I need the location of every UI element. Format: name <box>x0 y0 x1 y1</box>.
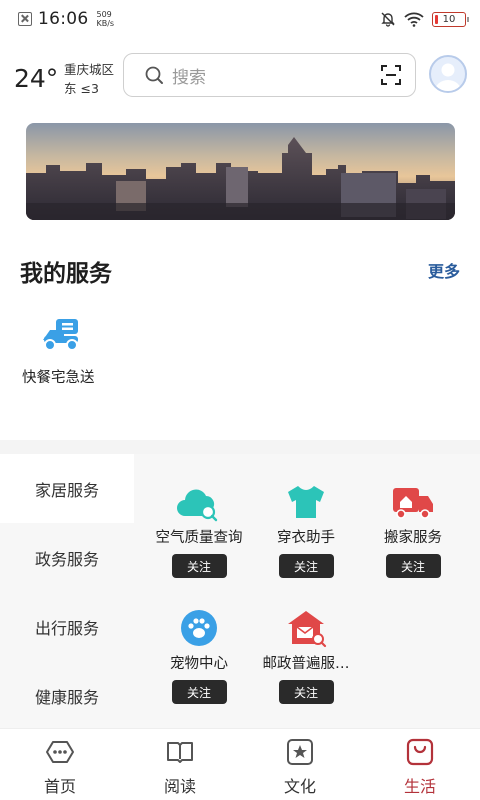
tab-label: 首页 <box>43 777 76 796</box>
battery-icon: 10 <box>432 11 469 27</box>
temperature: 24° <box>14 64 59 93</box>
service-postal[interactable]: 邮政普遍服… 关注 <box>251 608 361 704</box>
follow-button[interactable]: 关注 <box>171 554 227 578</box>
status-left: 16:06 509 KB/s <box>18 9 114 29</box>
clock: 16:06 <box>38 9 89 29</box>
wifi-icon <box>404 12 424 27</box>
category-list: 家居服务 政务服务 出行服务 健康服务 <box>0 454 134 730</box>
tab-label: 阅读 <box>163 777 196 796</box>
follow-button[interactable]: 关注 <box>278 554 334 578</box>
cloud-search-icon <box>177 489 218 522</box>
service-moving[interactable]: 搬家服务 关注 <box>358 482 468 578</box>
service-shortcut-fast-food[interactable]: 快餐宅急送 <box>22 316 106 387</box>
network-speed-unit: KB/s <box>96 19 115 28</box>
service-name: 宠物中心 <box>170 656 228 672</box>
category-label: 健康服务 <box>34 687 99 707</box>
service-name: 邮政普遍服… <box>262 656 350 672</box>
status-bar: 16:06 509 KB/s 10 <box>0 0 480 38</box>
service-name: 搬家服务 <box>384 530 442 546</box>
section-divider <box>0 440 480 454</box>
service-shortcut-label: 快餐宅急送 <box>22 370 95 386</box>
scan-icon[interactable] <box>379 63 403 87</box>
wind-info: 东 ≤3 <box>64 81 99 96</box>
cityscape-image <box>26 123 455 220</box>
bag-icon <box>406 738 434 766</box>
post-office-icon <box>288 611 327 648</box>
book-icon <box>167 742 193 763</box>
paw-icon <box>181 610 217 646</box>
search-bar[interactable]: 搜索 <box>123 53 416 97</box>
tab-label: 文化 <box>283 777 316 796</box>
tab-reading[interactable]: 阅读 <box>120 729 240 800</box>
service-pet-center[interactable]: 宠物中心 关注 <box>144 608 254 704</box>
category-home[interactable]: 家居服务 <box>0 454 134 523</box>
search-icon <box>145 66 163 84</box>
truck-icon <box>393 488 433 519</box>
category-label: 出行服务 <box>34 618 99 638</box>
bottom-nav: 首页 阅读 文化 生活 <box>0 728 480 800</box>
avatar[interactable] <box>429 55 467 93</box>
follow-button[interactable]: 关注 <box>278 680 334 704</box>
tab-culture[interactable]: 文化 <box>240 729 360 800</box>
network-speed-value: 509 <box>96 10 112 19</box>
tshirt-icon <box>288 486 324 518</box>
category-government[interactable]: 政务服务 <box>0 523 134 592</box>
user-icon <box>435 63 461 91</box>
mute-bell-icon <box>381 12 395 27</box>
service-grid: 空气质量查询 关注 穿衣助手 关注 搬家服务 关注 宠物中心 关注 邮政普遍服…… <box>134 454 480 728</box>
follow-button[interactable]: 关注 <box>171 680 227 704</box>
weather-location[interactable]: 重庆城区 东 ≤3 <box>64 60 114 98</box>
network-speed: 509 KB/s <box>97 10 115 28</box>
city-banner[interactable] <box>26 123 455 220</box>
service-air-quality[interactable]: 空气质量查询 关注 <box>144 482 254 578</box>
service-name: 穿衣助手 <box>277 530 335 546</box>
star-frame-icon <box>287 739 313 765</box>
service-name: 空气质量查询 <box>155 530 243 546</box>
location-name: 重庆城区 <box>64 62 115 77</box>
follow-button[interactable]: 关注 <box>385 554 441 578</box>
status-right: 10 <box>380 11 469 27</box>
header: 24° 重庆城区 东 ≤3 搜索 <box>0 50 480 100</box>
my-services-title: 我的服务 <box>20 261 112 287</box>
tab-label: 生活 <box>403 777 436 796</box>
category-label: 家居服务 <box>34 480 99 500</box>
notification-x-icon <box>18 12 32 26</box>
search-input[interactable]: 搜索 <box>172 63 206 88</box>
category-label: 政务服务 <box>34 549 99 569</box>
battery-fill <box>435 14 438 24</box>
category-travel[interactable]: 出行服务 <box>0 592 134 661</box>
tab-home[interactable]: 首页 <box>0 729 120 800</box>
battery-level: 10 <box>442 13 456 25</box>
scooter-icon <box>43 319 78 351</box>
category-health[interactable]: 健康服务 <box>0 661 134 730</box>
more-link[interactable]: 更多 <box>428 258 460 282</box>
service-dressing[interactable]: 穿衣助手 关注 <box>251 482 361 578</box>
home-icon <box>46 741 74 763</box>
tab-life[interactable]: 生活 <box>360 729 480 800</box>
